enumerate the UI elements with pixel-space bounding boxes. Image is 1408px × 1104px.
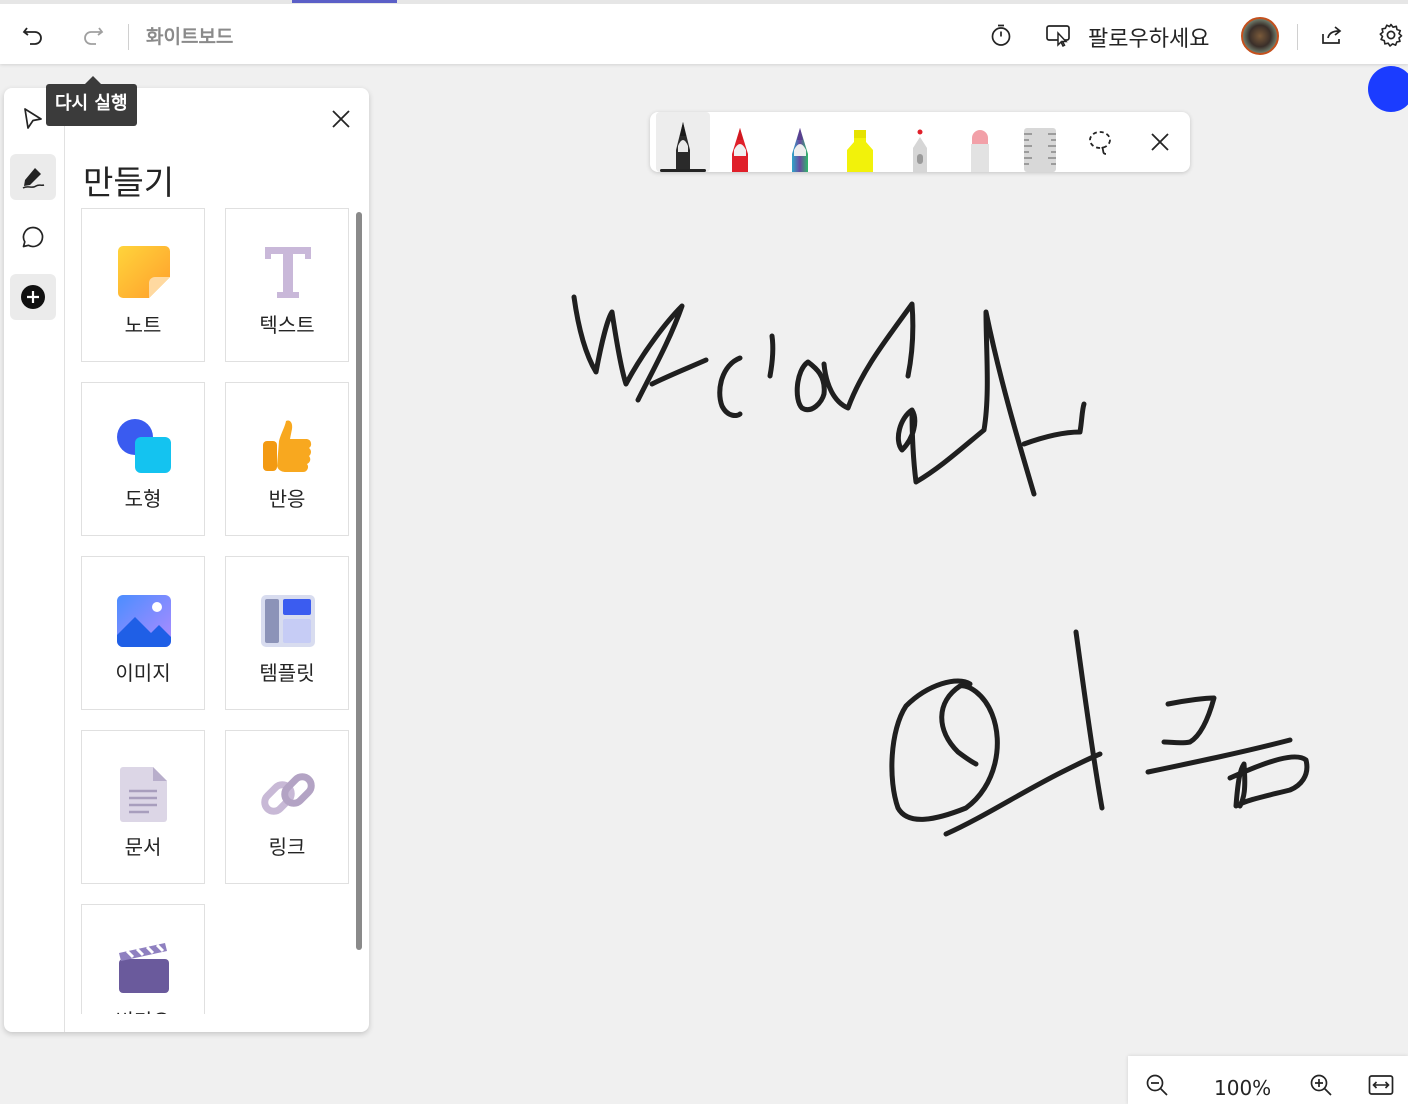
- ink-canvas[interactable]: [0, 0, 1408, 1104]
- ink-stroke: [889, 678, 1000, 822]
- ink-stroke: [717, 355, 743, 418]
- ink-stroke: [571, 294, 685, 403]
- ink-stroke: [1021, 401, 1087, 447]
- zoom-out-button[interactable]: [1142, 1070, 1172, 1100]
- ink-stroke: [895, 309, 1037, 497]
- ink-stroke: [821, 301, 916, 411]
- redo-tooltip: 다시 실행: [46, 76, 137, 126]
- zoom-out-icon: [1146, 1074, 1168, 1096]
- ink-stroke: [1227, 754, 1310, 809]
- ink-stroke: [649, 357, 709, 387]
- fit-to-screen-button[interactable]: [1366, 1070, 1396, 1100]
- ink-stroke: [943, 751, 1103, 837]
- zoom-in-button[interactable]: [1306, 1070, 1336, 1100]
- zoom-controls: 100%: [1128, 1056, 1408, 1104]
- ink-stroke: [1145, 737, 1293, 775]
- ink-stroke: [767, 333, 776, 379]
- zoom-level: 100%: [1214, 1076, 1272, 1100]
- ink-stroke: [1073, 629, 1105, 811]
- fit-screen-icon: [1368, 1075, 1394, 1095]
- zoom-in-icon: [1310, 1074, 1332, 1096]
- ink-stroke: [1161, 695, 1217, 746]
- ink-stroke: [794, 359, 827, 412]
